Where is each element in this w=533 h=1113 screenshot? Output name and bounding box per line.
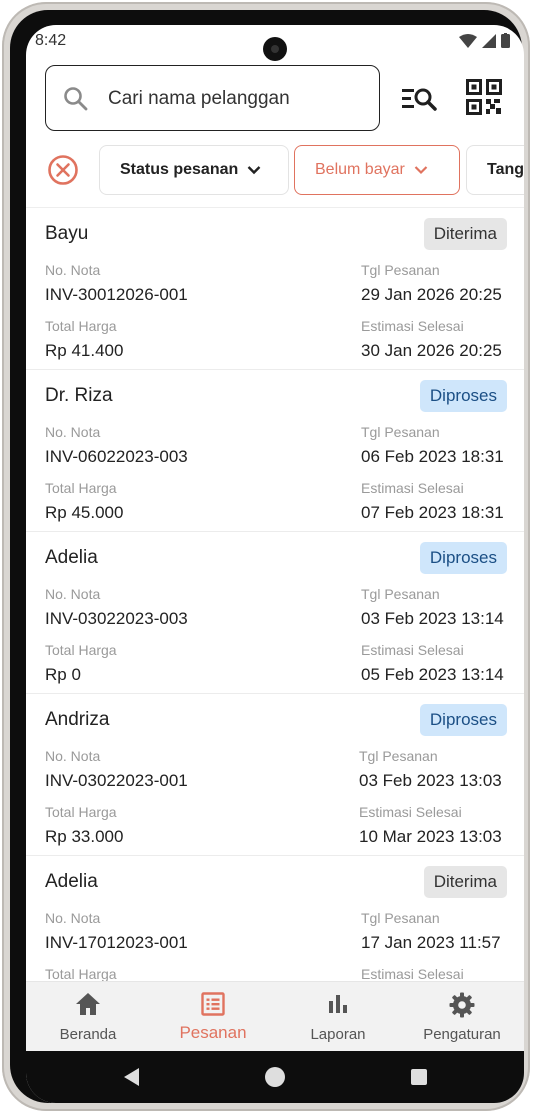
qr-code-icon [466, 79, 502, 115]
chevron-down-icon [247, 166, 261, 175]
front-camera [263, 37, 287, 61]
invoice-label: No. Nota [45, 424, 101, 440]
order-list[interactable]: Bayu Diterima No. Nota INV-30012026-001 … [26, 207, 524, 981]
bottom-navigation: Beranda Pesanan Laporan Pengaturan [26, 981, 524, 1051]
nav-orders[interactable]: Pesanan [151, 982, 275, 1052]
customer-name: Dr. Riza [45, 385, 113, 406]
phone-frame: 8:42 Cari nama pelanggan Status pesanan … [2, 2, 530, 1111]
clear-filter-icon [48, 155, 78, 185]
chart-icon [329, 995, 347, 1013]
chevron-down-icon [414, 166, 428, 175]
order-date: 03 Feb 2023 13:14 [361, 609, 504, 628]
status-badge: Diproses [419, 380, 507, 412]
status-time: 8:42 [35, 32, 67, 49]
status-badge: Diterima [423, 218, 507, 250]
estimate-date: 10 Mar 2023 13:03 [359, 827, 502, 846]
customer-name: Adelia [45, 871, 98, 892]
unpaid-filter-chip[interactable]: Belum bayar [294, 145, 460, 195]
advanced-search-button[interactable] [400, 79, 440, 119]
order-date: 29 Jan 2026 20:25 [361, 285, 502, 304]
home-circle-icon[interactable] [264, 1066, 286, 1088]
estimate-label: Estimasi Selesai [361, 642, 464, 658]
total-price: Rp 41.400 [45, 341, 124, 360]
order-date-label: Tgl Pesanan [361, 586, 440, 602]
total-label: Total Harga [45, 642, 117, 658]
unpaid-filter-label: Belum bayar [315, 161, 405, 178]
order-card[interactable]: Adelia Diproses No. Nota INV-03022023-00… [26, 532, 524, 694]
invoice-label: No. Nota [45, 910, 101, 926]
invoice-label: No. Nota [45, 262, 101, 278]
status-filter-chip[interactable]: Status pesanan [99, 145, 289, 195]
nav-settings[interactable]: Pengaturan [400, 982, 524, 1052]
home-icon [76, 993, 100, 1015]
total-label: Total Harga [45, 318, 117, 334]
search-input[interactable] [108, 84, 368, 114]
status-badge: Diproses [419, 542, 507, 574]
customer-search-box[interactable] [45, 65, 380, 131]
nav-home-label: Beranda [59, 1026, 117, 1043]
status-badge: Diproses [419, 704, 507, 736]
order-date-label: Tgl Pesanan [361, 910, 440, 926]
nav-reports-label: Laporan [310, 1026, 366, 1043]
battery-icon [501, 33, 510, 48]
invoice-number: INV-06022023-003 [45, 447, 188, 466]
estimate-label: Estimasi Selesai [361, 966, 464, 981]
search-icon [64, 87, 88, 111]
order-date-label: Tgl Pesanan [361, 262, 440, 278]
nav-settings-label: Pengaturan [423, 1026, 501, 1043]
total-label: Total Harga [45, 966, 117, 981]
nav-orders-label: Pesanan [179, 1023, 247, 1042]
order-card[interactable]: Andriza Diproses No. Nota INV-03022023-0… [26, 694, 524, 856]
total-price: Rp 33.000 [45, 827, 124, 846]
scan-qr-button[interactable] [466, 79, 506, 119]
invoice-label: No. Nota [45, 748, 101, 764]
estimate-label: Estimasi Selesai [361, 480, 464, 496]
phone-bezel: 8:42 Cari nama pelanggan Status pesanan … [10, 10, 524, 1103]
order-date: 03 Feb 2023 13:03 [359, 771, 502, 790]
gear-icon [449, 992, 475, 1018]
system-icons [459, 33, 510, 48]
estimate-date: 30 Jan 2026 20:25 [361, 341, 502, 360]
app-screen: 8:42 Cari nama pelanggan Status pesanan … [26, 25, 524, 1103]
order-card[interactable]: Bayu Diterima No. Nota INV-30012026-001 … [26, 208, 524, 370]
back-icon[interactable] [122, 1067, 140, 1087]
invoice-number: INV-03022023-003 [45, 609, 188, 628]
customer-name: Andriza [45, 709, 110, 730]
wifi-icon [459, 33, 477, 48]
signal-icon [482, 33, 496, 48]
estimate-label: Estimasi Selesai [359, 804, 462, 820]
estimate-date: 07 Feb 2023 18:31 [361, 503, 504, 522]
invoice-label: No. Nota [45, 586, 101, 602]
invoice-number: INV-17012023-001 [45, 933, 188, 952]
total-price: Rp 0 [45, 665, 81, 684]
order-card[interactable]: Adelia Diterima No. Nota INV-17012023-00… [26, 856, 524, 981]
status-bar: 8:42 [26, 25, 524, 61]
order-date-label: Tgl Pesanan [359, 748, 438, 764]
status-filter-label: Status pesanan [120, 161, 239, 178]
estimate-date: 05 Feb 2023 13:14 [361, 665, 504, 684]
system-navigation-bar [26, 1051, 524, 1103]
order-date-label: Tgl Pesanan [361, 424, 440, 440]
date-filter-chip[interactable]: Tanggal [466, 145, 524, 195]
date-filter-label: Tanggal [487, 161, 524, 178]
invoice-number: INV-03022023-001 [45, 771, 188, 790]
order-date: 06 Feb 2023 18:31 [361, 447, 504, 466]
nav-reports[interactable]: Laporan [276, 982, 400, 1052]
total-label: Total Harga [45, 804, 117, 820]
recents-icon[interactable] [410, 1068, 428, 1086]
order-date: 17 Jan 2023 11:57 [361, 933, 501, 952]
customer-name: Adelia [45, 547, 98, 568]
estimate-label: Estimasi Selesai [361, 318, 464, 334]
customer-name: Bayu [45, 223, 89, 244]
clear-filters-button[interactable] [47, 154, 79, 186]
list-search-icon [402, 88, 437, 111]
orders-icon [201, 992, 225, 1016]
invoice-number: INV-30012026-001 [45, 285, 188, 304]
order-card[interactable]: Dr. Riza Diproses No. Nota INV-06022023-… [26, 370, 524, 532]
total-label: Total Harga [45, 480, 117, 496]
status-badge: Diterima [423, 866, 507, 898]
total-price: Rp 45.000 [45, 503, 124, 522]
nav-home[interactable]: Beranda [26, 982, 150, 1052]
